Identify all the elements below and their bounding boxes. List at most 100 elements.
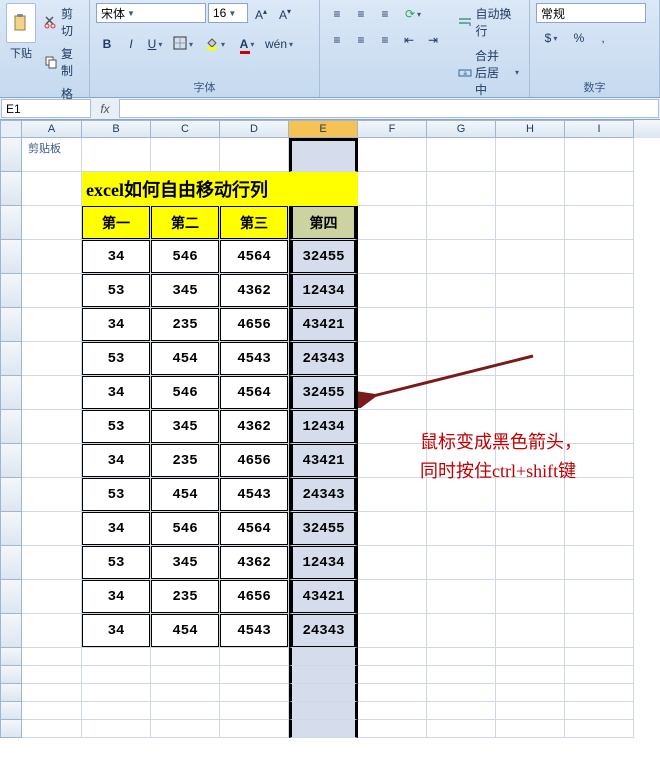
cell[interactable] xyxy=(565,702,634,720)
row-header[interactable] xyxy=(0,684,22,702)
cell[interactable] xyxy=(22,410,82,444)
cell[interactable] xyxy=(358,648,427,666)
row-header[interactable] xyxy=(0,240,22,274)
cell[interactable]: 12434 xyxy=(289,546,358,580)
cell[interactable]: 第一 xyxy=(82,206,151,240)
cell[interactable] xyxy=(565,684,634,702)
cell[interactable] xyxy=(22,342,82,376)
cell[interactable]: 34 xyxy=(82,240,151,274)
cell[interactable] xyxy=(358,342,427,376)
font-color-button[interactable]: A▾ xyxy=(232,33,262,55)
cell[interactable]: 235 xyxy=(151,580,220,614)
cell[interactable]: 4656 xyxy=(220,580,289,614)
cell[interactable]: 53 xyxy=(82,546,151,580)
cell[interactable] xyxy=(496,376,565,410)
formula-input[interactable] xyxy=(119,99,659,118)
cell[interactable]: 第三 xyxy=(220,206,289,240)
cell[interactable] xyxy=(82,666,151,684)
cell[interactable] xyxy=(427,274,496,308)
col-header-B[interactable]: B xyxy=(82,120,151,138)
cell[interactable] xyxy=(565,648,634,666)
orientation-button[interactable]: ⟳▾ xyxy=(398,3,428,25)
align-center-button[interactable]: ≡ xyxy=(350,29,372,51)
grid[interactable]: excel如何自由移动行列第一第二第三第四3454645643245553345… xyxy=(0,138,660,774)
cell[interactable] xyxy=(289,720,358,738)
cell[interactable]: 34 xyxy=(82,444,151,478)
cell[interactable] xyxy=(289,702,358,720)
cell[interactable] xyxy=(496,666,565,684)
cell[interactable] xyxy=(427,546,496,580)
cell[interactable] xyxy=(427,376,496,410)
col-header-A[interactable]: A xyxy=(22,120,82,138)
cell[interactable]: 546 xyxy=(151,240,220,274)
row-header[interactable] xyxy=(0,720,22,738)
cell[interactable] xyxy=(565,172,634,206)
row-header[interactable] xyxy=(0,444,22,478)
cell[interactable] xyxy=(220,648,289,666)
number-format-combo[interactable]: 常规 xyxy=(536,3,646,23)
cell[interactable] xyxy=(358,410,427,444)
cell[interactable] xyxy=(358,478,427,512)
cell[interactable] xyxy=(22,172,82,206)
cell[interactable] xyxy=(358,274,427,308)
col-header-F[interactable]: F xyxy=(358,120,427,138)
cell[interactable]: 43421 xyxy=(289,444,358,478)
indent-dec-button[interactable]: ⇤ xyxy=(398,29,420,51)
row-header[interactable] xyxy=(0,478,22,512)
cell[interactable]: 24343 xyxy=(289,342,358,376)
col-header-I[interactable]: I xyxy=(565,120,634,138)
cell[interactable] xyxy=(220,684,289,702)
currency-button[interactable]: $▾ xyxy=(536,27,566,49)
cell[interactable]: 4656 xyxy=(220,308,289,342)
cell[interactable] xyxy=(496,138,565,172)
cell[interactable]: 4543 xyxy=(220,478,289,512)
align-middle-button[interactable]: ≡ xyxy=(350,3,372,25)
cell[interactable] xyxy=(22,684,82,702)
cell[interactable] xyxy=(427,702,496,720)
row-header[interactable] xyxy=(0,614,22,648)
cell[interactable]: 43421 xyxy=(289,580,358,614)
cell[interactable] xyxy=(565,138,634,172)
cell[interactable]: 53 xyxy=(82,342,151,376)
cell[interactable] xyxy=(496,274,565,308)
cell[interactable]: 第四 xyxy=(289,206,358,240)
row-header[interactable] xyxy=(0,666,22,684)
cell[interactable]: 34 xyxy=(82,614,151,648)
name-box[interactable]: E1 xyxy=(1,99,91,118)
cell[interactable]: 34 xyxy=(82,580,151,614)
cell[interactable] xyxy=(496,546,565,580)
cell[interactable] xyxy=(22,580,82,614)
cell[interactable] xyxy=(22,546,82,580)
cell[interactable]: 43421 xyxy=(289,308,358,342)
cell[interactable] xyxy=(496,206,565,240)
row-header[interactable] xyxy=(0,274,22,308)
italic-button[interactable]: I xyxy=(120,33,142,55)
cell[interactable] xyxy=(358,546,427,580)
col-header-E[interactable]: E xyxy=(289,120,358,138)
row-header[interactable] xyxy=(0,702,22,720)
row-header[interactable] xyxy=(0,512,22,546)
cell[interactable]: 第二 xyxy=(151,206,220,240)
cell[interactable] xyxy=(427,684,496,702)
col-header-G[interactable]: G xyxy=(427,120,496,138)
col-header-D[interactable]: D xyxy=(220,120,289,138)
cell[interactable]: 4362 xyxy=(220,410,289,444)
cell[interactable] xyxy=(565,342,634,376)
cell[interactable]: 34 xyxy=(82,308,151,342)
cell[interactable] xyxy=(565,720,634,738)
align-left-button[interactable]: ≡ xyxy=(326,29,348,51)
cell[interactable] xyxy=(151,702,220,720)
cell[interactable] xyxy=(358,580,427,614)
cell[interactable] xyxy=(496,172,565,206)
cell[interactable]: 4564 xyxy=(220,512,289,546)
cut-button[interactable]: 剪切 xyxy=(40,3,83,41)
cell[interactable] xyxy=(82,720,151,738)
row-header[interactable] xyxy=(0,308,22,342)
cell[interactable] xyxy=(289,648,358,666)
cell[interactable] xyxy=(358,444,427,478)
row-header[interactable] xyxy=(0,206,22,240)
cell[interactable] xyxy=(22,138,82,172)
cell[interactable] xyxy=(151,666,220,684)
col-header-H[interactable]: H xyxy=(496,120,565,138)
cell[interactable] xyxy=(496,648,565,666)
